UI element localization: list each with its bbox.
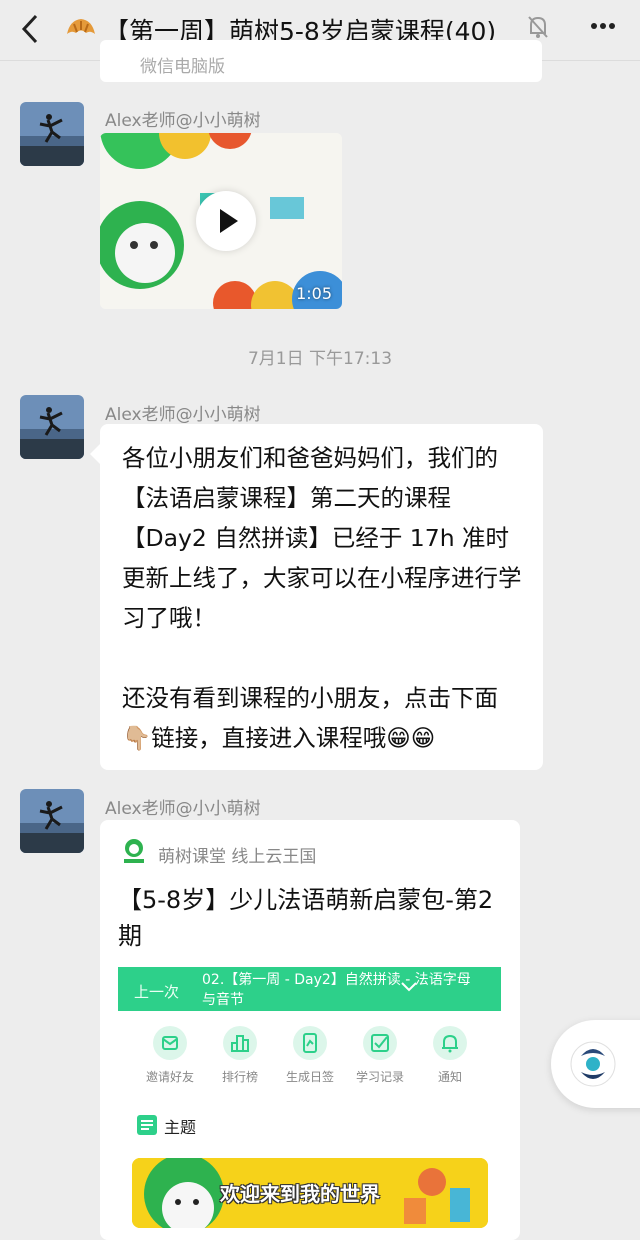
bell-icon: [433, 1026, 467, 1060]
ranking-icon: [223, 1026, 257, 1060]
action-label: 生成日签: [285, 1070, 334, 1084]
mini-program-float-icon: [570, 1041, 616, 1087]
message-text: 各位小朋友们和爸爸妈妈们，我们的【法语启蒙课程】第二天的课程【Day2 自然拼读…: [122, 438, 526, 758]
action-label: 学习记录: [355, 1070, 404, 1084]
ranking-button[interactable]: 排行榜: [205, 1026, 275, 1085]
list-icon: [136, 1114, 158, 1140]
floating-mini-program-button[interactable]: [551, 1020, 640, 1108]
previous-card[interactable]: 微信电脑版: [100, 40, 542, 82]
back-button[interactable]: [20, 12, 42, 50]
study-record-button[interactable]: 学习记录: [345, 1026, 415, 1085]
last-lesson-banner[interactable]: 上一次 02.【第一周 - Day2】自然拼读 - 法语字母与音节: [118, 967, 501, 1011]
chevron-left-icon: [21, 14, 38, 44]
more-button[interactable]: [590, 6, 616, 54]
timestamp: 7月1日 下午17:13: [247, 349, 393, 369]
theme-image-text: 欢迎来到我的世界: [220, 1182, 380, 1206]
play-button[interactable]: [196, 191, 256, 251]
invite-icon: [153, 1026, 187, 1060]
action-label: 通知: [437, 1070, 462, 1084]
mini-program-title: 【5-8岁】少儿法语萌新启蒙包-第2期: [118, 886, 494, 950]
notification-button[interactable]: 通知: [415, 1026, 485, 1085]
message-paragraph: 还没有看到课程的小朋友，点击下面👇🏼链接，直接进入课程哦😁😁: [122, 684, 498, 752]
mini-program-source: 萌树课堂 线上云王国: [158, 847, 317, 867]
mini-program-card[interactable]: 萌树课堂 线上云王国 【5-8岁】少儿法语萌新启蒙包-第2期 上一次 02.【第…: [100, 820, 520, 1240]
sender-name: Alex老师@小小萌树: [105, 111, 261, 131]
video-duration: 1:05: [296, 284, 332, 303]
daily-card-icon: [293, 1026, 327, 1060]
last-lesson-label: 上一次: [134, 983, 180, 1001]
mini-program-logo-icon: [122, 838, 146, 866]
sender-name: Alex老师@小小萌树: [105, 405, 261, 425]
play-icon: [220, 209, 238, 233]
sender-name: Alex老师@小小萌树: [105, 799, 261, 819]
more-dots-icon: [591, 23, 615, 29]
video-message[interactable]: 1:05: [100, 133, 342, 309]
text-message-bubble[interactable]: 各位小朋友们和爸爸妈妈们，我们的【法语启蒙课程】第二天的课程【Day2 自然拼读…: [90, 424, 543, 770]
previous-card-text: 微信电脑版: [140, 57, 225, 77]
section-label: 主题: [164, 1118, 197, 1137]
avatar[interactable]: [20, 102, 84, 166]
message-paragraph: 各位小朋友们和爸爸妈妈们，我们的【法语启蒙课程】第二天的课程【Day2 自然拼读…: [122, 444, 522, 632]
study-record-icon: [363, 1026, 397, 1060]
avatar[interactable]: [20, 395, 84, 459]
theme-image[interactable]: 欢迎来到我的世界: [132, 1158, 488, 1228]
daily-card-button[interactable]: 生成日签: [275, 1026, 345, 1085]
invite-friends-button[interactable]: 邀请好友: [135, 1026, 205, 1085]
action-label: 邀请好友: [145, 1070, 194, 1084]
action-label: 排行榜: [221, 1070, 258, 1084]
chevron-down-icon: [400, 979, 418, 998]
last-lesson-title: 02.【第一周 - Day2】自然拼读 - 法语字母与音节: [202, 972, 471, 1008]
avatar[interactable]: [20, 789, 84, 853]
croissant-icon: [64, 12, 98, 46]
